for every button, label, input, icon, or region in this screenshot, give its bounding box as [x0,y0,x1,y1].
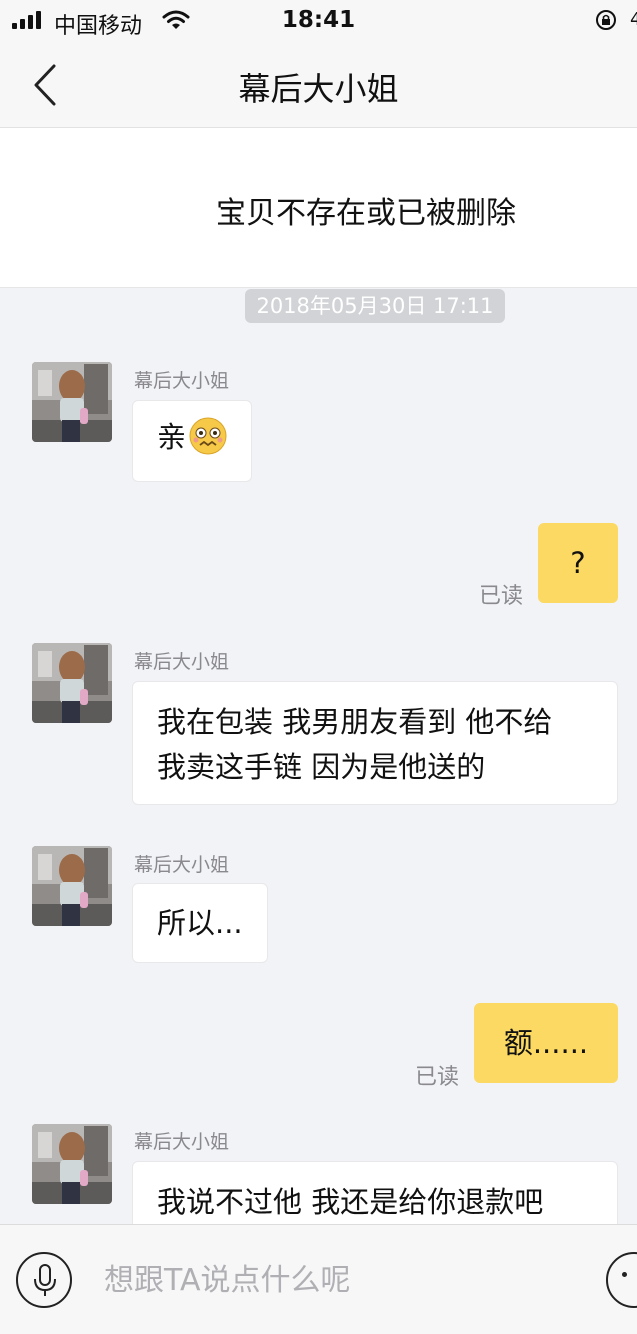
rotation-lock-icon [596,10,616,30]
message-text: 所以... [157,906,243,940]
sender-name: 幕后大小姐 [134,854,230,876]
voice-button[interactable] [16,1252,72,1308]
message-text: 亲 [157,420,187,454]
read-receipt: 已读 [479,584,524,609]
avatar[interactable] [32,643,112,723]
product-notice: 宝贝不存在或已被删除 [216,196,516,231]
timestamp-pill: 2018年05月30日 17:11 [245,289,505,323]
message-input[interactable] [84,1249,594,1311]
avatar[interactable] [32,362,112,442]
navigation-bar: 幕后大小姐 [0,42,637,128]
battery-indicator: 4 [630,9,637,30]
message-text-line: 我在包装 我男朋友看到 他不给 [157,705,553,739]
message-bubble-outgoing[interactable]: 额...... [474,1003,618,1083]
message-text: ? [570,546,586,580]
worried-face-emoji [189,417,227,455]
message-text-line: 我卖这手链 因为是他送的 [157,750,486,784]
avatar[interactable] [32,1124,112,1204]
message-bubble-incoming[interactable]: 我在包装 我男朋友看到 他不给 我卖这手链 因为是他送的 [132,681,618,805]
page-title: 幕后大小姐 [238,70,399,108]
sender-name: 幕后大小姐 [134,651,230,673]
product-card[interactable]: 宝贝不存在或已被删除 [0,128,637,288]
message-bubble-incoming[interactable]: 亲 [132,400,253,482]
sender-name: 幕后大小姐 [134,370,230,392]
avatar[interactable] [32,846,112,926]
message-bubble-outgoing[interactable]: ? [538,523,618,603]
message-input-bar [0,1224,637,1334]
status-bar: 中国移动 18:41 4 [0,0,637,42]
message-text: 额...... [503,1026,589,1060]
message-text: 我说不过他 我还是给你退款吧 [157,1185,544,1219]
message-bubble-incoming[interactable]: 所以... [132,883,268,963]
status-clock: 18:41 [281,7,356,33]
microphone-icon [34,1264,56,1296]
smiley-icon[interactable] [606,1252,637,1308]
read-receipt: 已读 [415,1065,460,1090]
sender-name: 幕后大小姐 [134,1131,230,1153]
